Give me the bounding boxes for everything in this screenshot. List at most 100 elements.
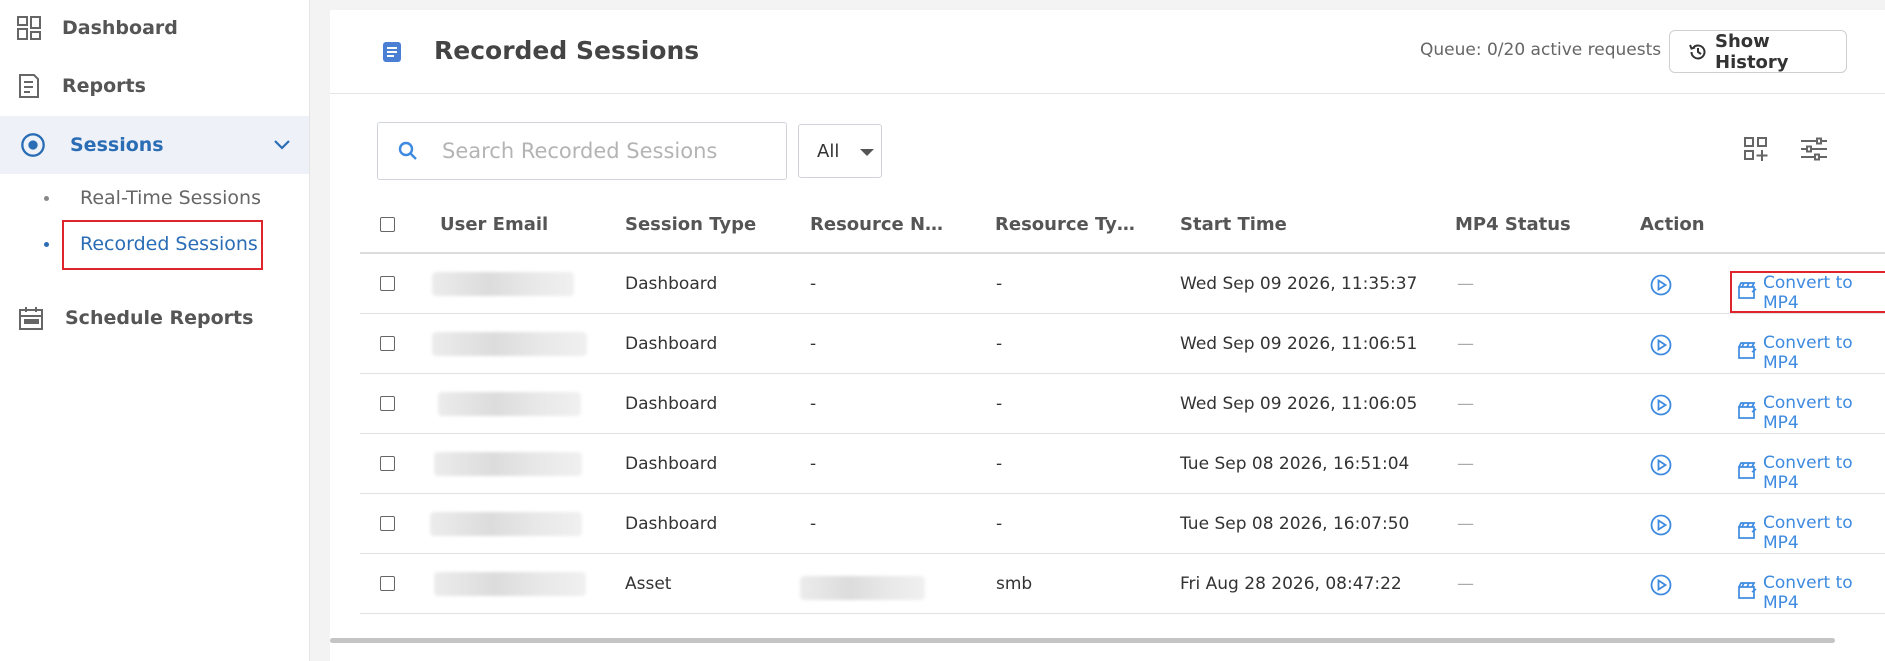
user-email-redacted <box>430 512 582 536</box>
sessions-icon <box>20 132 46 158</box>
resource-name: - <box>810 274 817 294</box>
sidebar-item-schedule-reports[interactable]: Schedule Reports <box>0 290 309 346</box>
play-icon[interactable] <box>1650 514 1672 541</box>
start-time: Wed Sep 09 2026, 11:35:37 <box>1180 274 1418 294</box>
page-title: Recorded Sessions <box>434 36 700 65</box>
convert-to-mp4-link[interactable]: Convert to MP4 <box>1738 333 1885 373</box>
convert-to-mp4-link[interactable]: Convert to MP4 <box>1738 573 1885 613</box>
convert-video-icon <box>1738 342 1757 364</box>
convert-label: Convert to MP4 <box>1763 393 1853 433</box>
session-type: Asset <box>625 574 672 594</box>
play-icon[interactable] <box>1650 274 1672 301</box>
table-row: Dashboard - - Wed Sep 09 2026, 11:06:51 … <box>360 314 1885 374</box>
play-icon[interactable] <box>1650 574 1672 601</box>
user-email-redacted <box>432 332 587 356</box>
column-settings-icon[interactable] <box>1800 136 1828 166</box>
show-history-label: Show History <box>1715 30 1789 73</box>
row-checkbox[interactable] <box>380 396 395 411</box>
session-type: Dashboard <box>625 334 718 354</box>
search-input[interactable] <box>442 135 772 167</box>
resource-type: - <box>996 454 1003 474</box>
add-widget-icon[interactable] <box>1743 136 1769 166</box>
play-icon[interactable] <box>1650 454 1672 481</box>
row-checkbox[interactable] <box>380 516 395 531</box>
table-row: Dashboard - - Wed Sep 09 2026, 11:35:37 … <box>360 254 1885 314</box>
sidebar-item-label: Reports <box>62 75 146 97</box>
sidebar-subitem-label: Real-Time Sessions <box>80 187 262 209</box>
convert-to-mp4-link[interactable]: Convert to MP4 <box>1738 393 1885 433</box>
mp4-status: — <box>1457 574 1474 594</box>
resource-name: - <box>810 334 817 354</box>
resource-type: - <box>996 514 1003 534</box>
convert-to-mp4-link[interactable]: Convert to MP4 <box>1738 453 1885 493</box>
column-header[interactable]: Resource Ty… <box>995 214 1135 235</box>
horizontal-scrollbar[interactable] <box>330 638 1835 643</box>
chevron-down-icon[interactable] <box>273 134 291 156</box>
select-all-checkbox[interactable] <box>380 217 395 232</box>
column-header[interactable]: User Email <box>440 214 548 235</box>
convert-label: Convert to MP4 <box>1763 333 1853 373</box>
convert-video-icon <box>1738 462 1757 484</box>
user-email-redacted <box>434 572 586 596</box>
sidebar-subitem-real-time-sessions[interactable]: Real-Time Sessions <box>0 178 309 218</box>
column-header[interactable]: Session Type <box>625 214 756 235</box>
table-row: Dashboard - - Tue Sep 08 2026, 16:07:50 … <box>360 494 1885 554</box>
mp4-status: — <box>1457 394 1474 414</box>
sidebar-item-label: Schedule Reports <box>65 307 254 329</box>
document-icon <box>382 41 402 67</box>
row-checkbox[interactable] <box>380 576 395 591</box>
user-email-redacted <box>432 272 574 296</box>
mp4-status: — <box>1457 454 1474 474</box>
caret-down-icon <box>860 149 874 156</box>
sidebar: Dashboard Reports Sessions Real-Time Ses… <box>0 0 310 661</box>
column-header[interactable]: Start Time <box>1180 214 1287 235</box>
show-history-button[interactable]: Show History <box>1669 30 1847 73</box>
play-icon[interactable] <box>1650 334 1672 361</box>
reports-icon <box>16 73 42 99</box>
row-checkbox[interactable] <box>380 456 395 471</box>
session-type: Dashboard <box>625 454 718 474</box>
sidebar-item-sessions[interactable]: Sessions <box>0 116 309 174</box>
resource-type: - <box>996 394 1003 414</box>
column-header: Action <box>1640 214 1705 235</box>
start-time: Tue Sep 08 2026, 16:07:50 <box>1180 514 1410 534</box>
sidebar-item-label: Dashboard <box>62 17 178 39</box>
convert-video-icon <box>1738 402 1757 424</box>
start-time: Wed Sep 09 2026, 11:06:05 <box>1180 394 1418 414</box>
table-row: Dashboard - - Wed Sep 09 2026, 11:06:05 … <box>360 374 1885 434</box>
row-checkbox[interactable] <box>380 336 395 351</box>
column-header[interactable]: MP4 Status <box>1455 214 1571 235</box>
column-header[interactable]: Resource N… <box>810 214 943 235</box>
convert-label: Convert to MP4 <box>1763 513 1853 553</box>
start-time: Fri Aug 28 2026, 08:47:22 <box>1180 574 1402 594</box>
resource-type: - <box>996 334 1003 354</box>
queue-status: Queue: 0/20 active requests <box>1420 40 1662 60</box>
convert-to-mp4-link[interactable]: Convert to MP4 <box>1738 513 1885 553</box>
convert-label: Convert to MP4 <box>1763 573 1853 613</box>
play-icon[interactable] <box>1650 394 1672 421</box>
sidebar-item-reports[interactable]: Reports <box>0 58 309 114</box>
history-icon <box>1688 42 1708 67</box>
mp4-status: — <box>1457 334 1474 354</box>
table-header: User Email Session Type Resource N… Reso… <box>360 196 1885 254</box>
resource-name: - <box>810 394 817 414</box>
resource-name: - <box>810 514 817 534</box>
row-checkbox[interactable] <box>380 276 395 291</box>
bullet-icon <box>44 195 49 201</box>
user-email-redacted <box>434 452 582 476</box>
highlight-box <box>1730 271 1885 313</box>
table-row: Dashboard - - Tue Sep 08 2026, 16:51:04 … <box>360 434 1885 494</box>
session-type: Dashboard <box>625 514 718 534</box>
resource-type: smb <box>996 574 1033 594</box>
dashboard-icon <box>16 15 42 41</box>
bullet-icon <box>44 241 49 247</box>
filter-select[interactable]: All <box>798 124 882 178</box>
session-type: Dashboard <box>625 394 718 414</box>
convert-video-icon <box>1738 582 1757 604</box>
mp4-status: — <box>1457 274 1474 294</box>
resource-type: - <box>996 274 1003 294</box>
sidebar-item-dashboard[interactable]: Dashboard <box>0 0 309 56</box>
resource-name: - <box>810 454 817 474</box>
resource-name-redacted <box>800 576 925 600</box>
search-box[interactable] <box>377 122 787 180</box>
